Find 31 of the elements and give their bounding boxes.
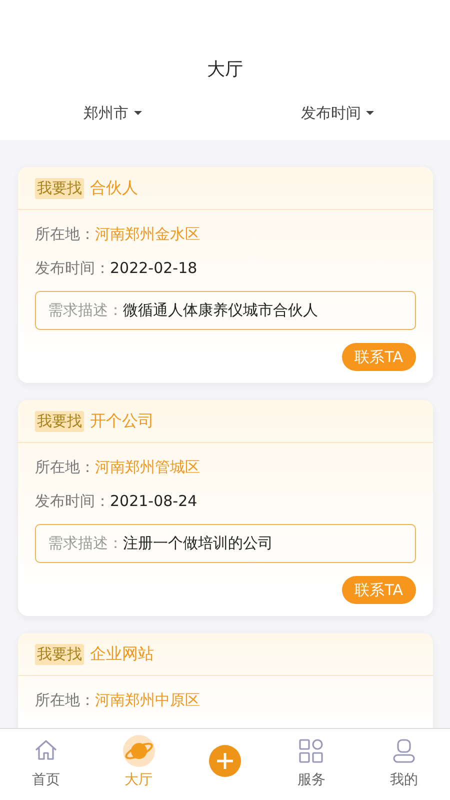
location-text: 河南郑州中原区: [95, 690, 200, 711]
filter-dropdown[interactable]: 发布时间: [301, 102, 361, 124]
tab-item[interactable]: 服务: [265, 729, 358, 800]
tag-label: 我要找: [35, 410, 84, 432]
planet-icon: [124, 737, 153, 765]
caret-icon: [134, 111, 142, 115]
field-label: 所在地：: [35, 457, 95, 478]
field-label: 所在地：: [35, 224, 95, 245]
tag-label: 我要找: [35, 644, 84, 664]
description-text: 微循通人体康养仪城市合伙人: [123, 301, 318, 320]
field-label: 所在地：: [35, 690, 95, 711]
description-text: 注册一个做培训的公司: [123, 534, 273, 553]
field-label: 发布时间：: [35, 258, 110, 279]
date-text: 2022-02-18: [110, 258, 198, 279]
field-label: 需求描述：: [48, 534, 123, 553]
tag-label: 我要找: [35, 178, 84, 198]
tab-item[interactable]: 首页: [0, 729, 92, 800]
grid-icon: [297, 737, 326, 765]
field-label: 发布时间：: [35, 491, 110, 512]
caret-icon: [366, 111, 374, 115]
location-text: 河南郑州管城区: [95, 457, 200, 478]
card-title: 合伙人: [90, 178, 138, 198]
tab-item[interactable]: 我的: [358, 729, 450, 800]
filter-dropdown[interactable]: 郑州市: [84, 102, 128, 124]
location-text: 河南郑州金水区: [95, 224, 200, 245]
page-title: 大厅: [206, 58, 244, 82]
date-text: 2021-08-24: [110, 491, 198, 512]
card-title: 开个公司: [90, 410, 154, 432]
card-title: 企业网站: [90, 644, 154, 664]
add-button[interactable]: [209, 744, 242, 776]
field-label: 需求描述：: [48, 301, 123, 320]
